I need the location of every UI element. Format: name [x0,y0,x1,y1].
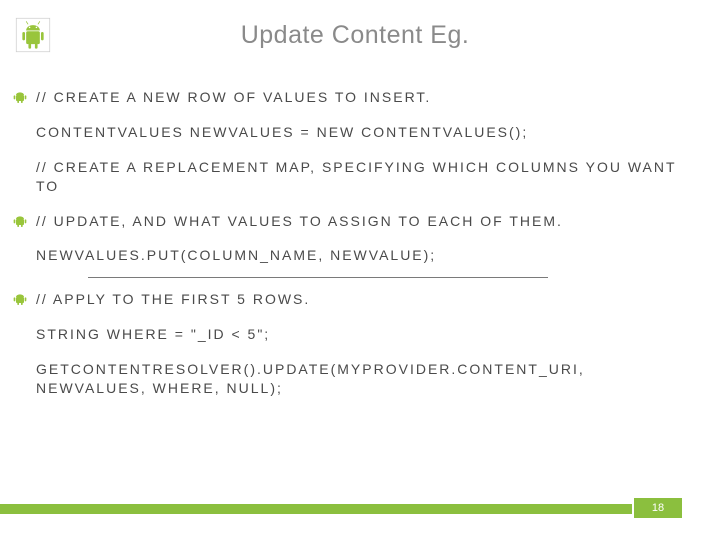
code-line: // CREATE A NEW ROW OF VALUES TO INSERT. [36,88,684,107]
slide-footer: 18 [0,498,720,528]
android-bullet-icon [12,89,28,105]
code-text: // CREATE A NEW ROW OF VALUES TO INSERT. [36,89,431,105]
android-icon [14,16,52,54]
slide-title: Update Content Eg. [52,21,658,50]
page-number: 18 [634,498,682,518]
code-line: // CREATE A REPLACEMENT MAP, SPECIFYING … [36,158,684,196]
code-line: GETCONTENTRESOLVER().UPDATE(MYPROVIDER.C… [36,360,684,398]
slide-header: Update Content Eg. [0,0,720,66]
code-line: // APPLY TO THE FIRST 5 ROWS. [36,290,684,309]
footer-accent-bar [0,504,632,514]
code-line: CONTENTVALUES NEWVALUES = NEW CONTENTVAL… [36,123,684,142]
android-bullet-icon [12,213,28,229]
code-text: // APPLY TO THE FIRST 5 ROWS. [36,291,310,307]
code-line: NEWVALUES.PUT(COLUMN_NAME, NEWVALUE); [36,246,684,265]
section-divider [88,277,548,278]
code-line: STRING WHERE = "_ID < 5"; [36,325,684,344]
code-line: // UPDATE, AND WHAT VALUES TO ASSIGN TO … [36,212,684,231]
slide-body: // CREATE A NEW ROW OF VALUES TO INSERT.… [0,66,720,398]
android-bullet-icon [12,291,28,307]
code-text: // UPDATE, AND WHAT VALUES TO ASSIGN TO … [36,213,563,229]
